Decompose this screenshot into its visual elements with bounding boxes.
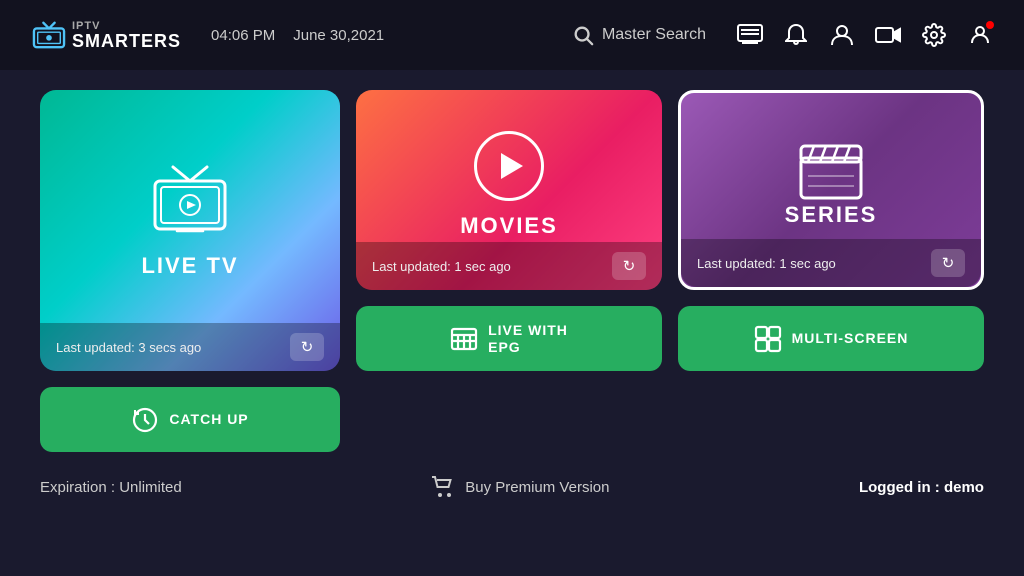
footer: Expiration : Unlimited Buy Premium Versi… [0,466,1024,508]
movies-card[interactable]: MOVIES Last updated: 1 sec ago ↻ [356,90,662,290]
live-tv-update-bar: Last updated: 3 secs ago ↻ [40,323,340,371]
user-icon[interactable] [828,21,856,49]
search-label: Master Search [602,26,706,44]
settings-icon[interactable] [920,21,948,49]
main-content: LIVE TV Last updated: 3 secs ago ↻ MOVIE… [0,70,1024,462]
live-tv-update-text: Last updated: 3 secs ago [56,340,201,355]
header-icons [736,21,994,49]
logo-smarters: SMARTERS [72,32,181,50]
search-bar[interactable]: Master Search [572,24,706,46]
cart-icon [431,476,455,498]
search-icon [572,24,594,46]
live-epg-text: LIVE WITH EPG [488,322,568,356]
movies-update-bar: Last updated: 1 sec ago ↻ [356,242,662,290]
movies-update-text: Last updated: 1 sec ago [372,259,511,274]
series-update-bar: Last updated: 1 sec ago ↻ [681,239,981,287]
catch-up-button[interactable]: CATCH UP [40,387,340,452]
logged-in-text: Logged in : demo [859,479,984,496]
series-refresh-button[interactable]: ↻ [931,249,965,277]
profile-badge-icon[interactable] [966,21,994,49]
tv-guide-icon[interactable] [736,21,764,49]
movies-refresh-button[interactable]: ↻ [612,252,646,280]
bell-icon[interactable] [782,21,810,49]
series-card[interactable]: SERIES Last updated: 1 sec ago ↻ [678,90,984,290]
header-date: June 30,2021 [293,27,384,44]
movies-play-icon [474,131,544,201]
series-update-text: Last updated: 1 sec ago [697,256,836,271]
logged-in-user: demo [944,479,984,496]
catch-up-icon [131,406,159,434]
logo-iptv: IPTV [72,21,181,32]
live-tv-refresh-button[interactable]: ↻ [290,333,324,361]
live-tv-label: LIVE TV [141,253,238,279]
movies-label: MOVIES [460,213,558,239]
catch-up-text: CATCH UP [169,411,248,428]
record-icon[interactable] [874,21,902,49]
buy-premium-button[interactable]: Buy Premium Version [431,476,609,498]
expiry-text: Expiration : Unlimited [40,479,182,496]
series-label: SERIES [785,202,878,228]
logo-text: IPTV SMARTERS [72,21,181,50]
header: IPTV SMARTERS 04:06 PM June 30,2021 Mast… [0,0,1024,70]
multi-screen-text: MULTI-SCREEN [792,330,909,347]
header-time: 04:06 PM [211,27,275,44]
buy-premium-text: Buy Premium Version [465,479,609,496]
multi-screen-icon [754,325,782,353]
clapboard-icon [796,142,866,202]
logo: IPTV SMARTERS [30,19,181,51]
live-tv-card[interactable]: LIVE TV Last updated: 3 secs ago ↻ [40,90,340,371]
logo-tv-icon [30,19,68,51]
live-tv-icon [145,163,235,243]
live-epg-button[interactable]: LIVE WITH EPG [356,306,662,371]
live-epg-icon [450,325,478,353]
multi-screen-button[interactable]: MULTI-SCREEN [678,306,984,371]
